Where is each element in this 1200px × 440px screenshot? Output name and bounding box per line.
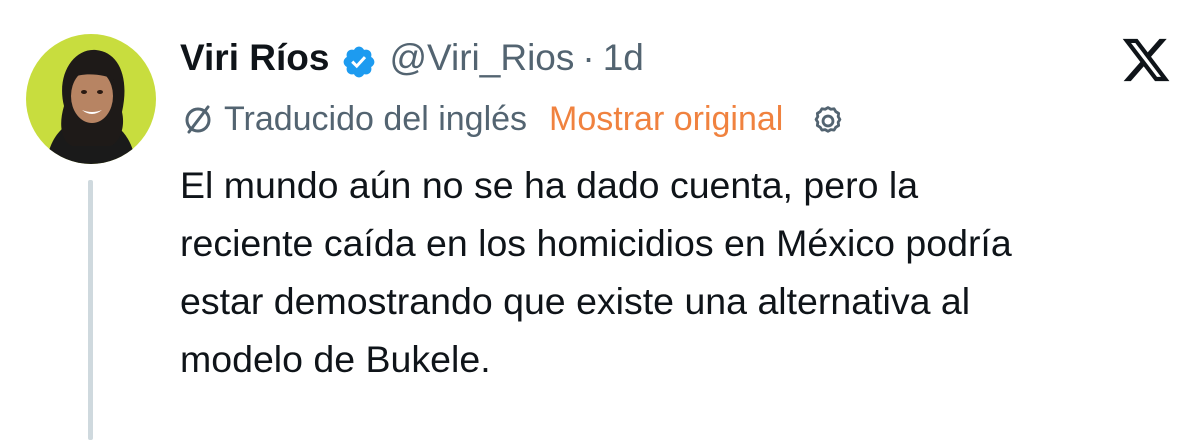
- show-original-link[interactable]: Mostrar original: [549, 94, 783, 144]
- tweet-text-line: reciente caída en los homicidios en Méxi…: [180, 222, 1012, 264]
- tweet-text-line: estar demostrando que existe una alterna…: [180, 280, 971, 322]
- translation-bar: Traducido del inglés Mostrar original: [180, 94, 845, 144]
- tweet-text-line: modelo de Bukele.: [180, 338, 491, 380]
- translated-from-label: Traducido del inglés: [224, 100, 528, 138]
- thread-connector-line: [88, 180, 93, 440]
- tweet-timestamp[interactable]: 1d: [603, 30, 644, 86]
- verified-badge-icon[interactable]: [341, 40, 377, 78]
- separator-dot: ·: [582, 37, 595, 78]
- gear-icon[interactable]: [811, 102, 845, 136]
- author-handle[interactable]: @Viri_Rios: [389, 30, 574, 86]
- tweet-text-line: El mundo aún no se ha dado cuenta, pero …: [180, 164, 919, 206]
- x-logo-icon[interactable]: [1120, 36, 1172, 84]
- tweet-header: Viri Ríos @Viri_Rios · 1d: [180, 30, 644, 86]
- author-name[interactable]: Viri Ríos: [180, 30, 329, 86]
- author-avatar[interactable]: [26, 34, 156, 164]
- avatar-image: [26, 34, 156, 164]
- tweet-body: El mundo aún no se ha dado cuenta, pero …: [180, 156, 1180, 388]
- translate-globe-icon: [180, 101, 216, 137]
